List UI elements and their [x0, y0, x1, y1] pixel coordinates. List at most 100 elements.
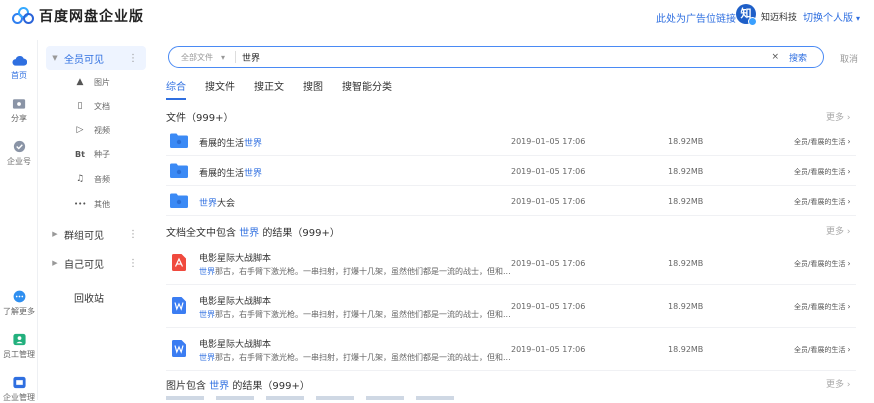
doc-name: 电影星际大战脚本	[199, 297, 272, 307]
file-path[interactable]: 全员/看展的生活 ›	[794, 167, 851, 177]
image-thumbnail[interactable]	[366, 396, 404, 400]
tree-leaf-audio[interactable]: ♫ 音频	[74, 170, 110, 188]
tab-smart-category[interactable]: 搜智能分类	[342, 78, 392, 100]
fulltext-more-link[interactable]: 更多 ›	[826, 224, 850, 237]
tab-all[interactable]: 综合	[166, 78, 186, 100]
search-input[interactable]	[242, 52, 743, 62]
doc-row[interactable]: 电影星际大战脚本 世界那古，右手臂下激光枪。一串扫射，打爆十几架，虽然他们都是一…	[166, 328, 856, 371]
doc-row[interactable]: 电影星际大战脚本 世界那古，右手臂下激光枪。一串扫射，打爆十几架，虽然他们都是一…	[166, 285, 856, 328]
chevron-right-icon: ›	[847, 259, 851, 268]
file-row[interactable]: 看展的生活世界 2019–01–05 17:06 18.92MB 全员/看展的生…	[166, 156, 856, 186]
doc-date: 2019–01–05 17:06	[511, 259, 586, 268]
doc-size: 18.92MB	[668, 345, 704, 354]
tab-files[interactable]: 搜文件	[205, 78, 235, 100]
doc-date: 2019–01–05 17:06	[511, 345, 586, 354]
image-thumbnail[interactable]	[216, 396, 254, 400]
file-path[interactable]: 全员/看展的生活 ›	[794, 137, 851, 147]
word-file-icon	[172, 297, 186, 314]
more-dots-icon[interactable]: ⋮	[128, 258, 138, 269]
image-thumbnail[interactable]	[266, 396, 304, 400]
org-icon	[12, 376, 26, 389]
doc-name: 电影星际大战脚本	[199, 340, 272, 350]
cancel-button[interactable]: 取消	[840, 52, 858, 65]
divider	[235, 51, 237, 63]
pdf-file-icon	[172, 254, 186, 271]
nav-learn-more[interactable]: 了解更多	[0, 290, 38, 317]
file-date: 2019–01–05 17:06	[511, 197, 586, 206]
images-more-link[interactable]: 更多 ›	[826, 377, 850, 390]
nav-staff[interactable]: 员工管理	[0, 333, 38, 360]
more-dots-icon[interactable]: ⋮	[128, 229, 138, 240]
nav-enterprise[interactable]: 企业号	[0, 140, 38, 167]
search-results-panel: 全部文件▾ × 搜索 取消 综合 搜文件 搜正文 搜图 搜智能分类 文件（999…	[166, 0, 874, 400]
chevron-right-icon: ›	[847, 167, 851, 176]
caret-right-icon: ▶	[52, 230, 58, 238]
file-size: 18.92MB	[668, 137, 704, 146]
caret-down-icon: ▼	[52, 54, 58, 62]
baidu-cloud-logo-icon	[12, 7, 34, 25]
doc-size: 18.92MB	[668, 302, 704, 311]
app-title: 百度网盘企业版	[39, 9, 144, 25]
chevron-right-icon: ›	[847, 302, 851, 311]
file-date: 2019–01–05 17:06	[511, 167, 586, 176]
chevron-down-icon: ▾	[221, 52, 226, 62]
tree-recycle-bin[interactable]: 回收站	[46, 285, 146, 309]
file-date: 2019–01–05 17:06	[511, 137, 586, 146]
clear-icon[interactable]: ×	[771, 52, 779, 62]
doc-snippet: 世界那古，右手臂下激光枪。一串扫射，打爆十几架，虽然他们都是一流的战士，但和..…	[199, 310, 511, 319]
doc-path[interactable]: 全员/看展的生活 ›	[794, 259, 851, 269]
headphones-icon: ♫	[75, 174, 85, 184]
cloud-icon	[12, 56, 27, 66]
tree-group-visible[interactable]: ▶ 群组可见 ⋮	[46, 222, 146, 246]
fulltext-section-title: 文档全文中包含 世界 的结果（999+）	[166, 228, 340, 239]
image-thumbnail[interactable]	[166, 396, 204, 400]
chevron-right-icon: ›	[847, 345, 851, 354]
file-name: 看展的生活世界	[199, 169, 263, 179]
nav-share[interactable]: 分享	[0, 97, 38, 124]
folder-tree: ▼ 全员可见 ⋮ ▲ 图片 ▯ 文档 ▷ 视频 Bt 种子 ♫ 音频 ••• 其他 ▶ 群组…	[46, 44, 146, 400]
more-dots-icon[interactable]: ⋮	[128, 53, 138, 64]
doc-snippet: 世界那古，右手臂下激光枪。一串扫射，打爆十几架，虽然他们都是一流的战士，但和..…	[199, 353, 511, 362]
tree-leaf-docs[interactable]: ▯ 文档	[74, 97, 110, 115]
folder-icon	[170, 163, 188, 178]
doc-path[interactable]: 全员/看展的生活 ›	[794, 345, 851, 355]
search-button[interactable]: 搜索	[789, 51, 807, 64]
doc-row[interactable]: 电影星际大战脚本 世界那古，右手臂下激光枪。一串扫射，打爆十几架，虽然他们都是一…	[166, 242, 856, 285]
file-size: 18.92MB	[668, 197, 704, 206]
chevron-right-icon: ›	[847, 137, 851, 146]
file-row[interactable]: 看展的生活世界 2019–01–05 17:06 18.92MB 全员/看展的生…	[166, 126, 856, 156]
doc-snippet: 世界那古，右手臂下激光枪。一串扫射，打爆十几架，虽然他们都是一流的战士，但和..…	[199, 267, 511, 276]
nav-home[interactable]: 首页	[0, 54, 38, 81]
files-more-link[interactable]: 更多 ›	[826, 110, 850, 123]
search-scope-dropdown[interactable]: 全部文件 ▾	[181, 52, 225, 63]
tree-leaf-torrents[interactable]: Bt 种子	[74, 145, 110, 163]
image-thumbnails	[166, 396, 856, 400]
doc-name: 电影星际大战脚本	[199, 254, 272, 264]
file-row[interactable]: 世界大会 2019–01–05 17:06 18.92MB 全员/看展的生活 ›	[166, 186, 856, 216]
tree-leaf-images[interactable]: ▲ 图片	[74, 73, 110, 91]
more-circle-icon	[13, 290, 25, 303]
app-logo[interactable]: 百度网盘企业版	[12, 6, 144, 26]
image-thumbnail[interactable]	[416, 396, 454, 400]
tab-images[interactable]: 搜图	[303, 78, 323, 100]
tab-fulltext[interactable]: 搜正文	[254, 78, 284, 100]
badge-icon	[13, 140, 25, 153]
share-icon	[12, 99, 25, 109]
file-size: 18.92MB	[668, 167, 704, 176]
file-path[interactable]: 全员/看展的生活 ›	[794, 197, 851, 207]
nav-org[interactable]: 企业管理	[0, 376, 38, 403]
file-name: 看展的生活世界	[199, 139, 263, 149]
doc-path[interactable]: 全员/看展的生活 ›	[794, 302, 851, 312]
files-section-title: 文件（999+）	[166, 113, 234, 124]
folder-icon	[170, 193, 188, 208]
tree-leaf-other[interactable]: ••• 其他	[74, 195, 110, 213]
document-icon: ▯	[77, 101, 83, 111]
tree-leaf-videos[interactable]: ▷ 视频	[74, 121, 110, 139]
tree-self-visible[interactable]: ▶ 自己可见 ⋮	[46, 251, 146, 275]
result-tabs: 综合 搜文件 搜正文 搜图 搜智能分类	[166, 78, 411, 100]
image-thumbnail[interactable]	[316, 396, 354, 400]
doc-date: 2019–01–05 17:06	[511, 302, 586, 311]
image-icon: ▲	[76, 77, 84, 87]
ellipsis-icon: •••	[74, 200, 87, 208]
tree-all-visible[interactable]: ▼ 全员可见 ⋮	[46, 46, 146, 70]
